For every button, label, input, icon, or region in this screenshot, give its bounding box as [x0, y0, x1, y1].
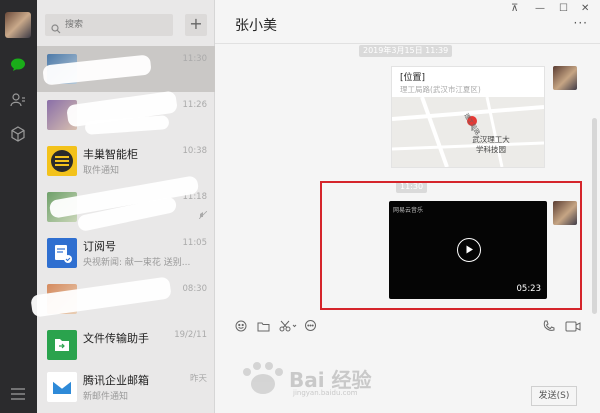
maximize-button[interactable]: ☐ — [559, 3, 568, 14]
conversation-item[interactable]: 08:30 — [30, 276, 215, 322]
more-options-button[interactable]: ··· — [574, 16, 588, 30]
search-input[interactable] — [65, 17, 165, 33]
conversation-preview: 取件通知 — [83, 166, 120, 176]
conversation-item[interactable]: 文件传输助手 19/2/11 — [37, 322, 215, 368]
conversation-time: 10:38 — [182, 146, 208, 156]
conversation-avatar — [47, 372, 77, 402]
location-address: 理工局路(武汉市江夏区) — [400, 85, 481, 94]
conversation-preview: 央视新闻: 献一束花 送别... — [83, 258, 191, 268]
conversation-name: 文件传输助手 — [83, 332, 149, 345]
conversation-list: + 11:30 11:26 丰巢智能柜 取件通知 10:38 11:18 — [30, 0, 215, 413]
search-box[interactable] — [45, 14, 173, 36]
conversation-time: 11:30 — [182, 54, 208, 64]
conversation-preview: 新邮件通知 — [83, 392, 129, 402]
chat-header: 张小美 ⊼ — ☐ ✕ ··· — [215, 0, 600, 44]
conversation-time: 11:26 — [182, 100, 208, 110]
user-avatar[interactable] — [5, 12, 31, 38]
baidu-watermark: Bai 经验 jingyan.baidu.com — [239, 358, 375, 404]
pin-icon[interactable]: ⊼ — [511, 3, 518, 14]
map-place-label: 武汉理工大学科技园 — [472, 135, 510, 154]
conversation-time: 11:05 — [182, 238, 208, 248]
chat-title: 张小美 — [235, 18, 277, 34]
conversation-time: 19/2/11 — [174, 330, 207, 340]
conversation-item[interactable]: 订阅号 央视新闻: 献一束花 送别... 11:05 — [37, 230, 215, 276]
self-avatar[interactable] — [553, 66, 577, 90]
conversation-time: 08:30 — [182, 284, 208, 294]
highlight-box — [320, 181, 582, 310]
location-message[interactable]: [位置] 理工局路(武汉市江夏区) 理工局路 武汉理工大学科技园 — [391, 66, 545, 168]
folder-icon[interactable] — [256, 319, 270, 333]
search-bar: + — [45, 14, 207, 36]
emoji-icon[interactable] — [234, 319, 248, 333]
chat-icon[interactable] — [8, 55, 28, 75]
menu-icon[interactable] — [8, 384, 28, 404]
watermark-url: jingyan.baidu.com — [293, 389, 358, 397]
input-toolbar — [215, 314, 600, 338]
contacts-icon[interactable] — [8, 90, 28, 110]
conversation-avatar — [47, 146, 77, 176]
chat-bubble-icon[interactable] — [303, 319, 317, 333]
mute-icon — [198, 210, 208, 221]
conversation-time: 昨天 — [189, 374, 207, 384]
conversation-item[interactable]: 11:30 — [37, 46, 215, 92]
conversation-item[interactable]: 11:26 — [37, 90, 215, 138]
send-button[interactable]: 发送(S) — [531, 386, 577, 406]
redaction-blur — [30, 276, 172, 318]
location-map: 理工局路 武汉理工大学科技园 — [392, 97, 544, 167]
add-button[interactable]: + — [185, 14, 207, 36]
conversation-item[interactable]: 腾讯企业邮箱 新邮件通知 昨天 — [37, 364, 215, 410]
scrollbar[interactable] — [592, 118, 597, 314]
icon-sidebar — [0, 0, 37, 413]
minimize-button[interactable]: — — [535, 3, 545, 14]
close-button[interactable]: ✕ — [581, 3, 589, 14]
conversation-item[interactable]: 11:18 — [37, 175, 215, 233]
search-icon — [51, 19, 61, 38]
date-stamp: 2019年3月15日 11:39 — [359, 45, 453, 57]
conversation-avatar — [47, 238, 77, 268]
phone-icon[interactable] — [542, 319, 556, 333]
location-title: [位置] — [400, 73, 426, 83]
conversation-name: 丰巢智能柜 — [83, 148, 138, 161]
scissors-icon[interactable] — [278, 319, 298, 333]
conversation-name: 订阅号 — [83, 240, 116, 253]
favorites-icon[interactable] — [8, 124, 28, 144]
chat-panel: 张小美 ⊼ — ☐ ✕ ··· 2019年3月15日 11:39 [位置] 理工… — [215, 0, 600, 413]
conversation-name: 腾讯企业邮箱 — [83, 374, 149, 387]
conversation-avatar — [47, 330, 77, 360]
video-call-icon[interactable] — [564, 319, 581, 333]
